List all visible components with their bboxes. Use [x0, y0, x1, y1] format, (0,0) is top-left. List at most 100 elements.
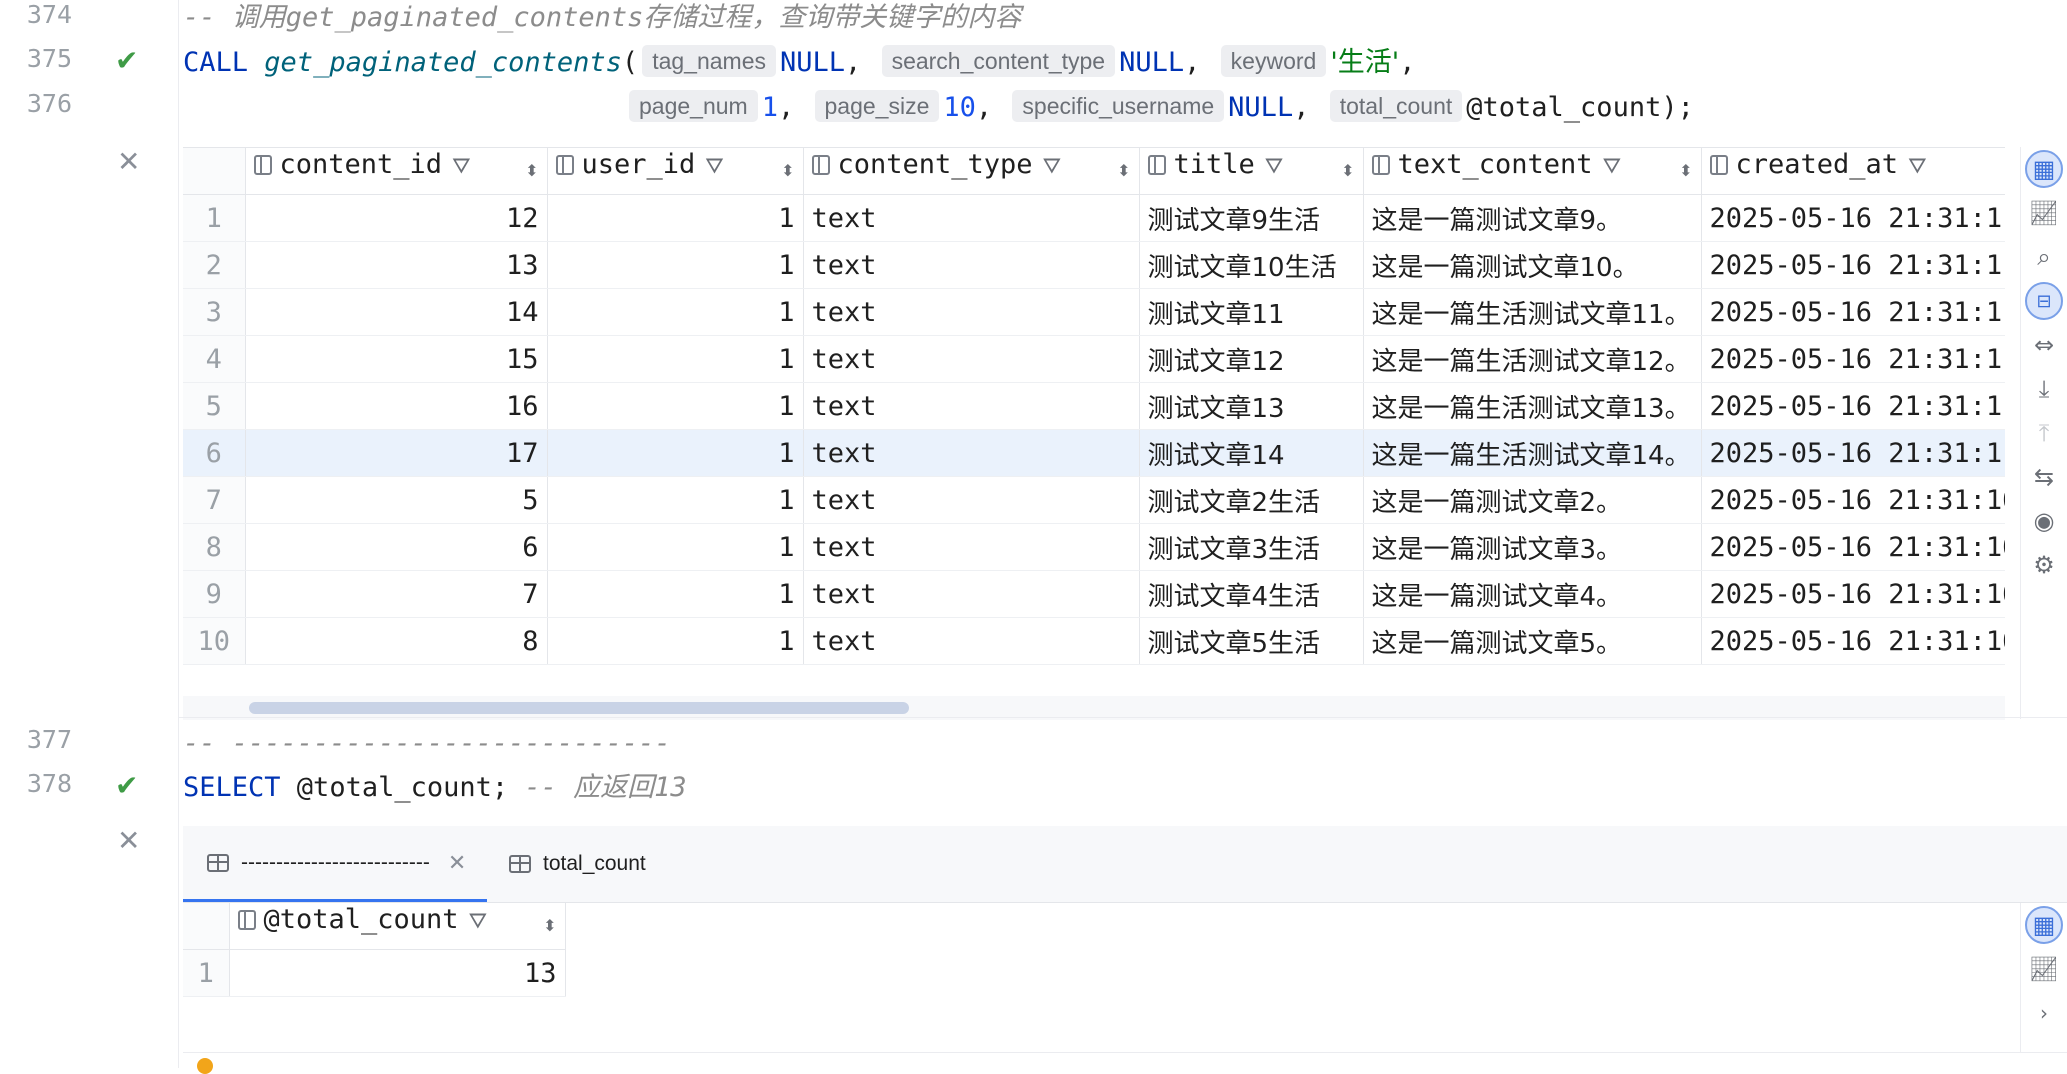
cell[interactable]: 这是一篇测试文章10。 — [1363, 241, 1702, 289]
table-row[interactable]: 4 15 1 text 测试文章12 这是一篇生活测试文章12。 2025-05-16 21… — [183, 335, 2005, 383]
table-row[interactable]: 1 12 1 text 测试文章9生活 这是一篇测试文章9。 2025-05-16 21:3… — [183, 194, 2005, 242]
cell[interactable]: 2025-05-16 21:31:10 — [1701, 570, 2005, 618]
sort-icon[interactable]: ⬍ — [1117, 149, 1130, 193]
table-row[interactable]: 9 7 1 text 测试文章4生活 这是一篇测试文章4。 2025-05-16 21:31… — [183, 570, 2005, 618]
cell[interactable]: 这是一篇生活测试文章14。 — [1363, 429, 1702, 477]
cell[interactable]: 2025-05-16 21:31:11 — [1701, 241, 2005, 289]
column-header[interactable]: created_at⛛⬍ — [1701, 148, 2005, 195]
filter-icon[interactable]: ⛛ — [469, 909, 487, 934]
cell[interactable]: 这是一篇测试文章4。 — [1363, 570, 1702, 618]
sort-icon[interactable]: ⬍ — [525, 149, 538, 193]
cell[interactable]: 测试文章12 — [1139, 335, 1364, 383]
close-result-icon[interactable]: ✕ — [117, 145, 140, 178]
sort-icon[interactable]: ⬍ — [781, 149, 794, 193]
filter-icon[interactable]: ⛛ — [1908, 154, 1926, 179]
cell[interactable]: 测试文章9生活 — [1139, 194, 1364, 242]
cell[interactable]: 2025-05-16 21:31:11 — [1701, 335, 2005, 383]
search-icon[interactable]: ⌕ — [2021, 235, 2067, 279]
eye-icon[interactable]: ◉ — [2021, 499, 2067, 543]
cell[interactable]: 1 — [547, 194, 804, 242]
cell[interactable]: 14 — [245, 288, 548, 336]
table-row[interactable]: 7 5 1 text 测试文章2生活 这是一篇测试文章2。 2025-05-16 21:31… — [183, 476, 2005, 524]
settings-icon[interactable]: ⚙ — [2021, 543, 2067, 587]
sort-icon[interactable]: ⬍ — [1679, 149, 1692, 193]
cell[interactable]: 2025-05-16 21:31:11 — [1701, 194, 2005, 242]
cell[interactable]: text — [803, 570, 1140, 618]
column-header[interactable]: user_id ⛛ ⬍ — [547, 148, 804, 195]
table-row[interactable]: 5 16 1 text 测试文章13 这是一篇生活测试文章13。 2025-05-16 21… — [183, 382, 2005, 430]
column-header[interactable]: text_content ⛛ ⬍ — [1363, 148, 1702, 195]
cell[interactable]: text — [803, 476, 1140, 524]
cell[interactable]: 16 — [245, 382, 548, 430]
cell[interactable]: 2025-05-16 21:31:11 — [1701, 429, 2005, 477]
tab-total-count[interactable]: total_count — [509, 826, 709, 902]
filter-icon[interactable]: ⛛ — [1043, 154, 1061, 179]
sort-icon[interactable]: ⬍ — [543, 904, 556, 948]
cell[interactable]: text — [803, 523, 1140, 571]
compare-icon[interactable]: ⇆ — [2021, 455, 2067, 499]
table-row[interactable]: 8 6 1 text 测试文章3生活 这是一篇测试文章3。 2025-05-16 21:31… — [183, 523, 2005, 571]
cell[interactable]: text — [803, 335, 1140, 383]
cell[interactable]: 这是一篇测试文章2。 — [1363, 476, 1702, 524]
cell[interactable]: 17 — [245, 429, 548, 477]
cell[interactable]: 测试文章2生活 — [1139, 476, 1364, 524]
column-header[interactable]: @total_count ⛛ ⬍ — [229, 903, 566, 950]
filter-icon[interactable]: ⛛ — [1603, 154, 1621, 179]
column-header[interactable]: content_id ⛛ ⬍ — [245, 148, 548, 195]
chart-icon[interactable]: 📈︎ — [2021, 947, 2067, 991]
cell[interactable]: 6 — [245, 523, 548, 571]
cell[interactable]: 5 — [245, 476, 548, 524]
cell[interactable]: 这是一篇生活测试文章13。 — [1363, 382, 1702, 430]
table-row[interactable]: 10 8 1 text 测试文章5生活 这是一篇测试文章5。 2025-05-16 21:3… — [183, 617, 2005, 665]
cell[interactable]: 测试文章14 — [1139, 429, 1364, 477]
cell[interactable]: 1 — [547, 617, 804, 665]
cell[interactable]: text — [803, 194, 1140, 242]
cell[interactable]: 12 — [245, 194, 548, 242]
cell[interactable]: 2025-05-16 21:31:11 — [1701, 382, 2005, 430]
table-row[interactable]: 3 14 1 text 测试文章11 这是一篇生活测试文章11。 2025-05-16 21… — [183, 288, 2005, 336]
cell[interactable]: 这是一篇测试文章3。 — [1363, 523, 1702, 571]
cell[interactable]: 1 — [547, 335, 804, 383]
sort-icon[interactable]: ⬍ — [1341, 149, 1354, 193]
table-view-icon[interactable]: ▦ — [2021, 903, 2067, 947]
upload-icon[interactable]: ⤒ — [2021, 411, 2067, 455]
cell[interactable]: 这是一篇测试文章5。 — [1363, 617, 1702, 665]
cell[interactable]: text — [803, 617, 1140, 665]
close-tab-icon[interactable]: ✕ — [448, 850, 466, 876]
cell[interactable]: 8 — [245, 617, 548, 665]
table-row-selected[interactable]: 6 17 1 text 测试文章14 这是一篇生活测试文章14。 2025-05-16 21… — [183, 429, 2005, 477]
cell[interactable]: 1 — [547, 241, 804, 289]
table-row[interactable]: 2 13 1 text 测试文章10生活 这是一篇测试文章10。 2025-05-16 21… — [183, 241, 2005, 289]
scrollbar-thumb[interactable] — [249, 702, 909, 714]
filter-icon[interactable]: ⛛ — [1265, 154, 1283, 179]
table-view-icon[interactable]: ▦ — [2021, 147, 2067, 191]
cell[interactable]: text — [803, 241, 1140, 289]
cell[interactable]: 1 — [547, 288, 804, 336]
cell[interactable]: 测试文章13 — [1139, 382, 1364, 430]
chart-icon[interactable]: 📈︎ — [2021, 191, 2067, 235]
cell[interactable]: 2025-05-16 21:31:11 — [1701, 288, 2005, 336]
filter-icon[interactable]: ⛛ — [705, 154, 723, 179]
cell[interactable]: 测试文章5生活 — [1139, 617, 1364, 665]
cell[interactable]: 13 — [229, 949, 566, 997]
close-result-icon[interactable]: ✕ — [117, 824, 140, 857]
cell[interactable]: 测试文章11 — [1139, 288, 1364, 336]
cell[interactable]: text — [803, 382, 1140, 430]
cell[interactable]: 15 — [245, 335, 548, 383]
chevron-right-icon[interactable]: › — [2021, 991, 2067, 1035]
cell[interactable]: 2025-05-16 21:31:10 — [1701, 617, 2005, 665]
cell[interactable]: 1 — [547, 382, 804, 430]
cell[interactable]: 测试文章3生活 — [1139, 523, 1364, 571]
cell[interactable]: 1 — [547, 476, 804, 524]
tab-query-result[interactable]: --------------------------- ✕ — [183, 826, 487, 902]
cell[interactable]: 测试文章10生活 — [1139, 241, 1364, 289]
cell[interactable]: 测试文章4生活 — [1139, 570, 1364, 618]
cell[interactable]: 2025-05-16 21:31:10 — [1701, 476, 2005, 524]
cell[interactable]: 2025-05-16 21:31:10 — [1701, 523, 2005, 571]
cell[interactable]: 这是一篇测试文章9。 — [1363, 194, 1702, 242]
cell[interactable]: 7 — [245, 570, 548, 618]
cell[interactable]: 这是一篇生活测试文章12。 — [1363, 335, 1702, 383]
cell[interactable]: 1 — [547, 429, 804, 477]
cell[interactable]: 1 — [547, 523, 804, 571]
column-header[interactable]: content_type ⛛ ⬍ — [803, 148, 1140, 195]
